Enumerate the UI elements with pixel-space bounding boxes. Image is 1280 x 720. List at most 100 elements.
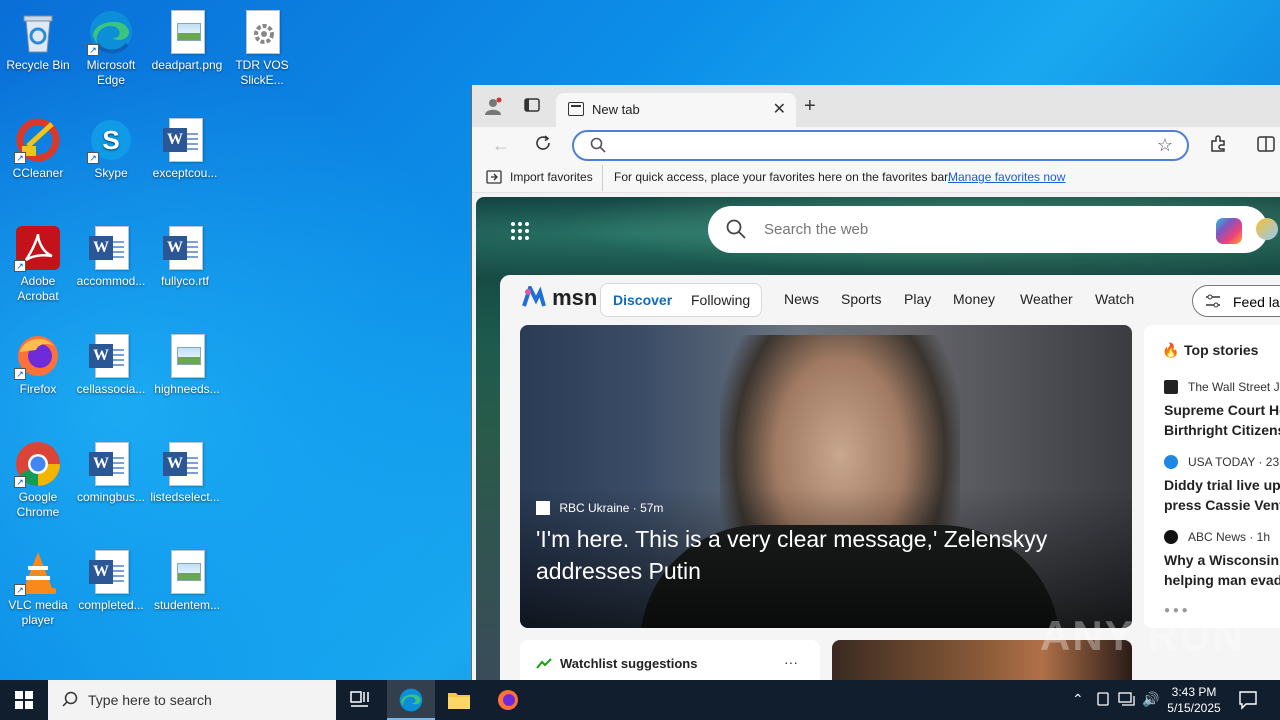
nav-news[interactable]: News	[784, 291, 819, 307]
folder-icon	[448, 693, 470, 709]
volume-icon[interactable]: 🔊	[1142, 691, 1159, 708]
weather-icon[interactable]	[1256, 218, 1278, 240]
desktop-icon-recycle-bin[interactable]: Recycle Bin	[0, 8, 76, 73]
trend-up-icon	[536, 656, 552, 674]
clock-time: 3:43 PM	[1171, 685, 1217, 699]
recycle-bin-icon	[14, 8, 62, 56]
device-icon[interactable]	[1096, 692, 1110, 711]
profile-avatar-icon[interactable]	[484, 97, 502, 120]
desktop-icon-listedselect[interactable]: W listedselect...	[147, 440, 223, 505]
desktop-icon-label: CCleaner	[12, 166, 64, 180]
close-tab-icon[interactable]: ✕	[773, 99, 786, 119]
desktop-icon-label: listedselect...	[150, 490, 220, 504]
ccleaner-icon: ↗	[14, 116, 62, 164]
chrome-icon: ↗	[14, 440, 62, 488]
desktop-icon-skype[interactable]: S ↗ Skype	[73, 116, 149, 181]
desktop-icon-fullyco[interactable]: W fullyco.rtf	[147, 224, 223, 289]
nav-watch[interactable]: Watch	[1095, 291, 1134, 307]
more-options-icon[interactable]: ···	[784, 654, 798, 670]
desktop-icon-label: studentem...	[153, 598, 221, 612]
back-arrow-icon[interactable]: ←	[492, 135, 510, 156]
desktop-icon-label: deadpart.png	[151, 58, 223, 72]
tab-new-tab[interactable]: New tab ✕	[556, 93, 796, 127]
story-headline[interactable]: press Cassie Ventu	[1164, 495, 1280, 515]
task-view-icon	[350, 691, 369, 707]
desktop-icon-google-chrome[interactable]: ↗ Google Chrome	[0, 440, 76, 520]
tab-actions-icon[interactable]	[524, 97, 540, 118]
desktop-icon-label: accommod...	[76, 274, 146, 288]
edge-browser-window: New tab ✕ + ← ☆ Import favorites For qui	[471, 85, 1280, 680]
tab-title: New tab	[592, 102, 640, 117]
desktop-icon-accommod[interactable]: W accommod...	[73, 224, 149, 289]
desktop-icon-label: Skype	[94, 166, 128, 180]
nav-sports[interactable]: Sports	[841, 291, 881, 307]
desktop-icon-cellassocia[interactable]: W cellassocia...	[73, 332, 149, 397]
tab-following[interactable]: Following	[691, 292, 750, 308]
hero-source: RBC Ukraine · 57m	[536, 501, 663, 515]
desktop-icon-label: Microsoft Edge	[86, 58, 136, 87]
start-button[interactable]	[0, 680, 48, 720]
navigation-toolbar: ← ☆	[472, 127, 1280, 163]
new-tab-button[interactable]: +	[804, 95, 816, 118]
task-view-button[interactable]	[336, 680, 384, 720]
windows-logo-icon	[15, 691, 33, 709]
system-clock[interactable]: 3:43 PM 5/15/2025	[1158, 684, 1230, 716]
import-favorites-button[interactable]: Import favorites	[510, 170, 593, 184]
story-headline[interactable]: Birthright Citizens	[1164, 420, 1280, 440]
desktop-icon-completed[interactable]: W completed...	[73, 548, 149, 613]
hero-headline[interactable]: 'I'm here. This is a very clear message,…	[536, 523, 1096, 587]
desktop-icon-tdr-vos[interactable]: TDR VOS SlickE...	[224, 8, 300, 88]
desktop-icon-exceptcou[interactable]: W exceptcou...	[147, 116, 223, 181]
story-source: USA TODAY · 23m	[1188, 455, 1280, 469]
nav-play[interactable]: Play	[904, 291, 931, 307]
firefox-icon	[498, 690, 518, 710]
web-search-placeholder: Search the web	[764, 221, 869, 238]
image-file-icon	[163, 332, 211, 380]
show-hidden-icons-chevron-icon[interactable]: ⌃	[1072, 691, 1084, 708]
import-favorites-icon	[486, 170, 502, 187]
desktop-icon-label: Recycle Bin	[6, 58, 70, 72]
story-headline[interactable]: Supreme Court He	[1164, 400, 1280, 420]
taskbar: Type here to search ⌃ 🔊 3:43 PM 5/15/202…	[0, 680, 1280, 720]
desktop-icon-studentem[interactable]: studentem...	[149, 548, 225, 613]
nav-weather[interactable]: Weather	[1020, 291, 1073, 307]
extensions-icon[interactable]	[1209, 135, 1227, 158]
feed-layout-button[interactable]: Feed lay	[1192, 285, 1280, 317]
story-headline[interactable]: Diddy trial live upd	[1164, 475, 1280, 495]
clock-date: 5/15/2025	[1167, 701, 1221, 715]
desktop-icon-ccleaner[interactable]: ↗ CCleaner	[0, 116, 76, 181]
taskbar-search-box[interactable]: Type here to search	[48, 680, 336, 720]
taskbar-file-explorer-button[interactable]	[435, 680, 483, 720]
desktop-icon-deadpart[interactable]: deadpart.png	[149, 8, 225, 73]
desktop-icon-vlc[interactable]: ↗ VLC media player	[0, 548, 76, 628]
manage-favorites-link[interactable]: Manage favorites now	[948, 170, 1065, 184]
taskbar-firefox-button[interactable]	[484, 680, 532, 720]
refresh-icon[interactable]	[534, 134, 552, 157]
taskbar-search-placeholder: Type here to search	[88, 692, 212, 708]
story-headline[interactable]: helping man evade	[1164, 570, 1280, 590]
shortcut-arrow-icon: ↗	[14, 584, 26, 596]
desktop-icon-microsoft-edge[interactable]: ↗ Microsoft Edge	[73, 8, 149, 88]
shortcut-arrow-icon: ↗	[87, 44, 99, 56]
desktop-icon-comingbus[interactable]: W comingbus...	[73, 440, 149, 505]
address-bar[interactable]: ☆	[572, 130, 1189, 161]
network-icon[interactable]	[1118, 692, 1136, 711]
copilot-icon[interactable]	[1216, 218, 1242, 244]
split-screen-icon[interactable]	[1257, 135, 1275, 158]
source-logo-icon	[536, 501, 550, 515]
watchlist-title: Watchlist suggestions	[560, 656, 698, 671]
tab-discover[interactable]: Discover	[613, 292, 672, 308]
desktop-icon-highneeds[interactable]: highneeds...	[149, 332, 225, 397]
search-icon	[726, 219, 746, 243]
notifications-icon[interactable]	[1238, 690, 1258, 715]
web-search-box[interactable]: Search the web	[708, 206, 1278, 253]
nav-money[interactable]: Money	[953, 291, 995, 307]
word-doc-icon: W	[87, 332, 135, 380]
desktop-icon-adobe-acrobat[interactable]: ↗ Adobe Acrobat	[0, 224, 76, 304]
hero-story-card[interactable]: RBC Ukraine · 57m 'I'm here. This is a v…	[520, 325, 1132, 628]
story-headline[interactable]: Why a Wisconsin j	[1164, 550, 1280, 570]
desktop-icon-firefox[interactable]: ↗ Firefox	[0, 332, 76, 397]
taskbar-edge-button[interactable]	[387, 680, 435, 720]
apps-grid-icon[interactable]	[510, 221, 530, 246]
favorite-star-icon[interactable]: ☆	[1157, 135, 1173, 156]
